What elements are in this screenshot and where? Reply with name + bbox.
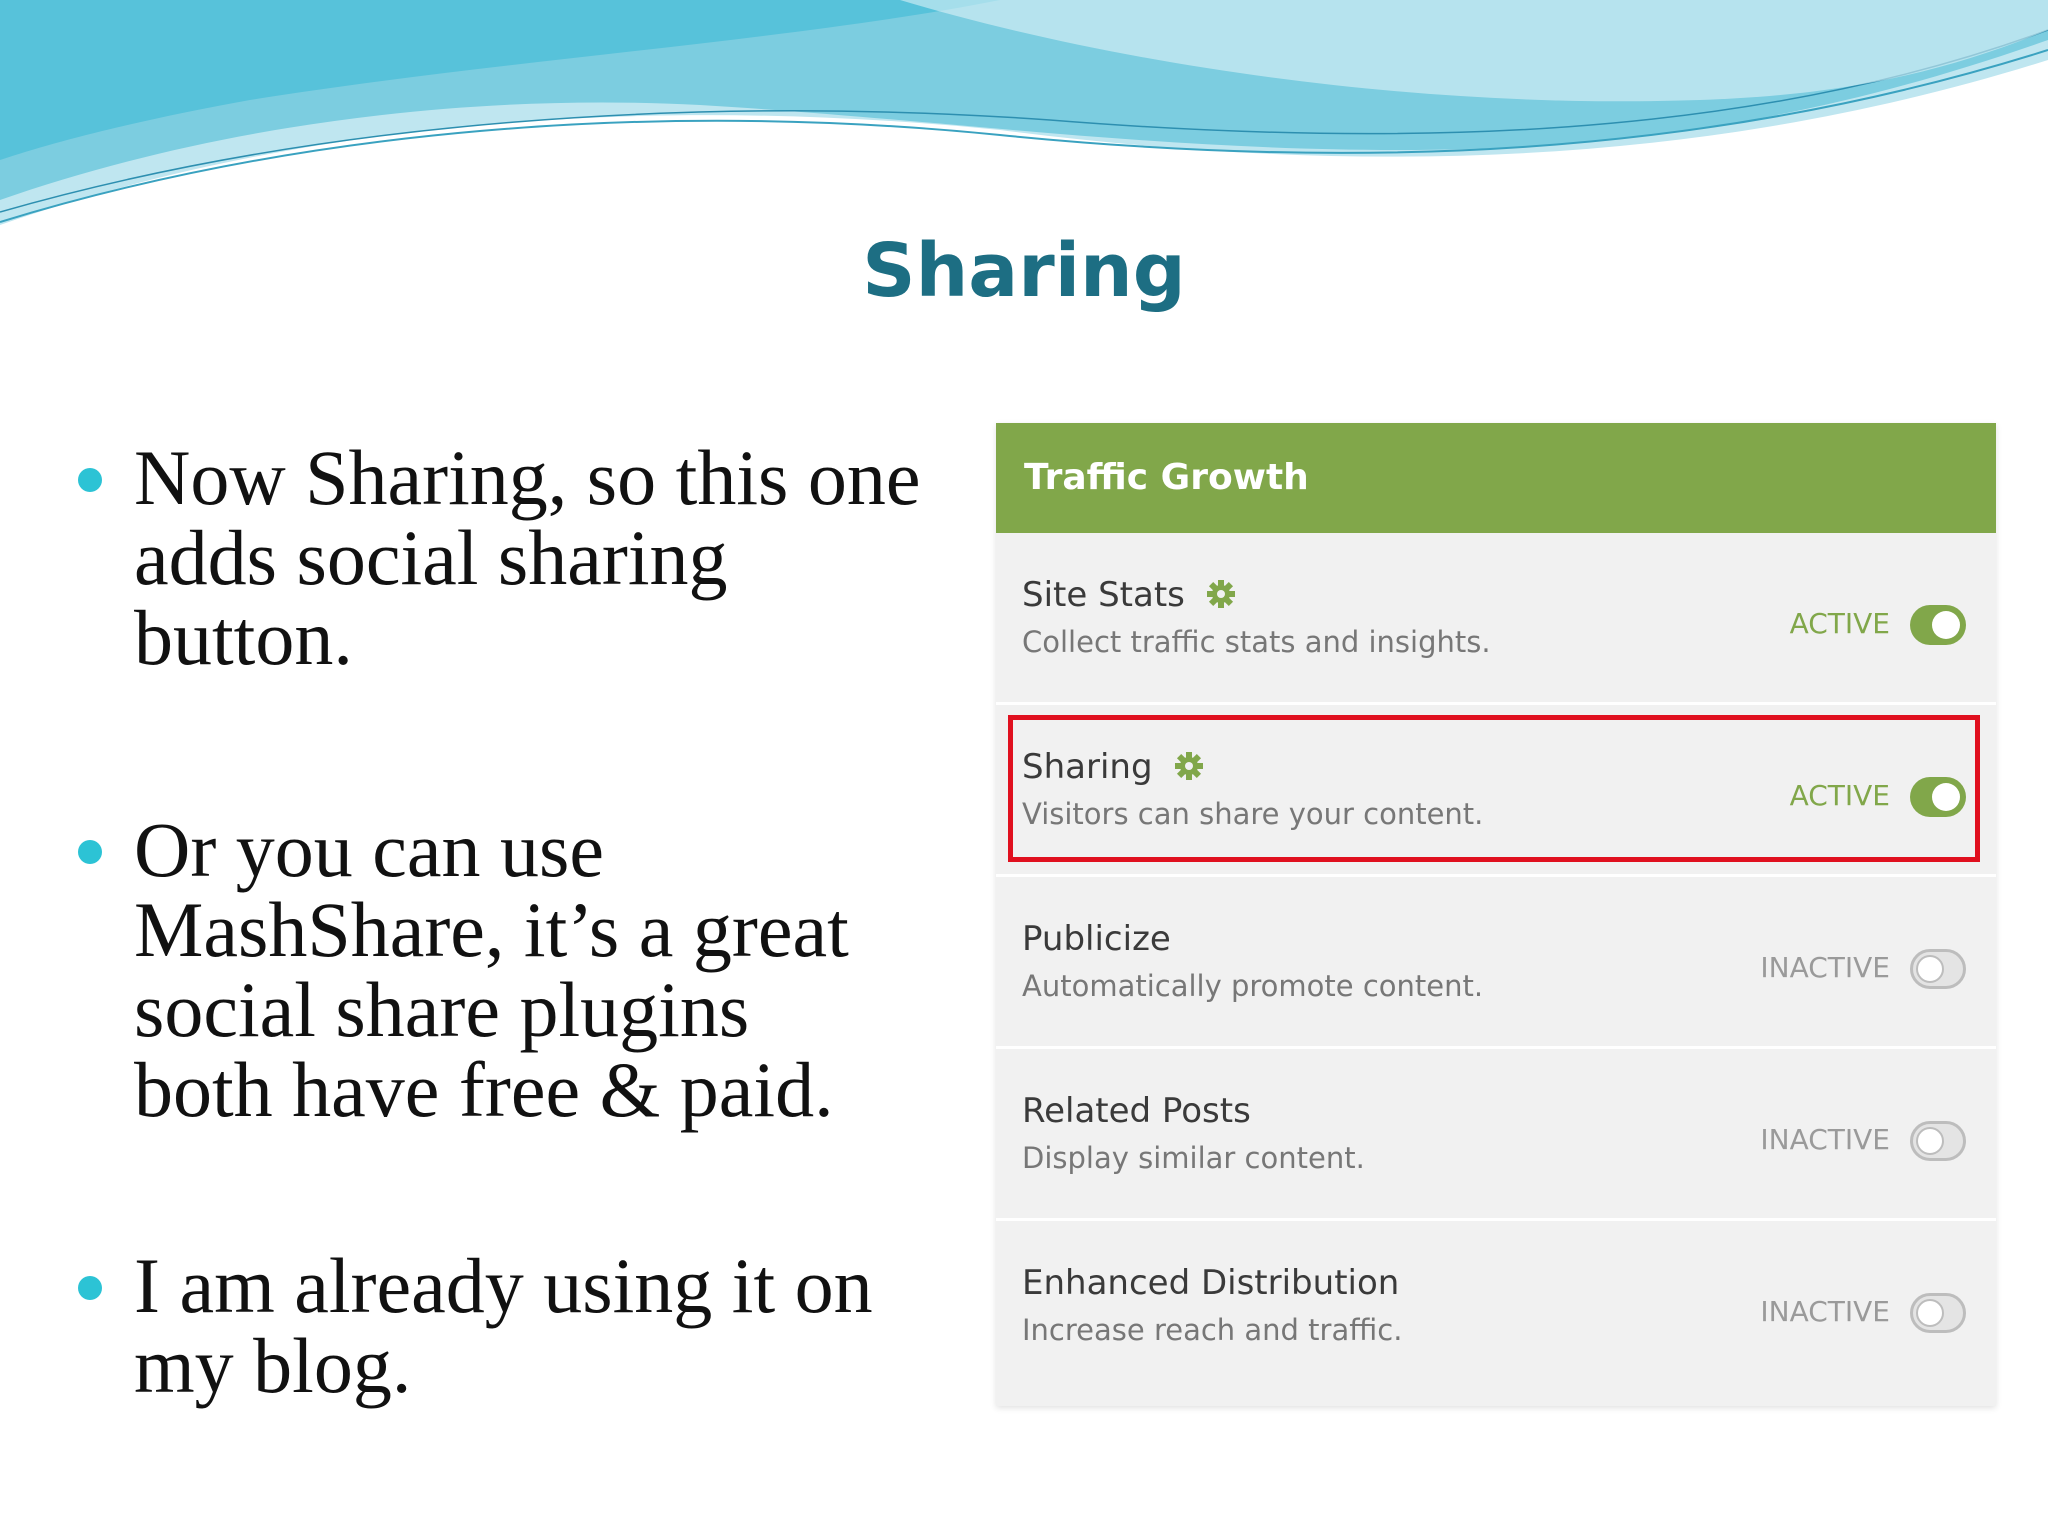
bullet-dot-icon xyxy=(78,468,102,492)
decorative-wave-banner xyxy=(0,0,2048,225)
gear-icon[interactable] xyxy=(1205,578,1237,610)
module-toggle[interactable] xyxy=(1910,605,1966,645)
module-description: Collect traffic stats and insights. xyxy=(1022,625,1491,659)
bullet-item-3: I am already using it on my blog. xyxy=(70,1246,950,1406)
module-description: Visitors can share your content. xyxy=(1022,797,1484,831)
bullet-2-line-2: MashShare, it’s a great xyxy=(134,886,849,973)
module-name: Related Posts xyxy=(1022,1091,1251,1131)
bullet-list: Now Sharing, so this one adds social sha… xyxy=(70,438,950,1406)
module-name-text: Related Posts xyxy=(1022,1091,1251,1131)
module-description: Increase reach and traffic. xyxy=(1022,1313,1403,1347)
module-name: Sharing xyxy=(1022,747,1205,787)
module-publicize: Publicize Automatically promote content.… xyxy=(996,877,1996,1049)
bullet-dot-icon xyxy=(78,840,102,864)
toggle-knob xyxy=(1932,611,1960,639)
module-name-text: Publicize xyxy=(1022,919,1171,959)
bullet-item-2: Or you can use MashShare, it’s a great s… xyxy=(70,810,950,1130)
bullet-dot-icon xyxy=(78,1276,102,1300)
module-related-posts: Related Posts Display similar content. I… xyxy=(996,1049,1996,1221)
module-name: Site Stats xyxy=(1022,575,1237,615)
toggle-knob xyxy=(1916,1299,1944,1327)
toggle-knob xyxy=(1932,783,1960,811)
module-sharing: Sharing Visitors can share your content.… xyxy=(996,705,1996,877)
traffic-growth-panel: Traffic Growth Site Stats Collect traffi… xyxy=(996,423,1996,1406)
module-name-text: Enhanced Distribution xyxy=(1022,1263,1400,1303)
module-name: Enhanced Distribution xyxy=(1022,1263,1399,1303)
toggle-knob xyxy=(1916,955,1944,983)
module-status: INACTIVE xyxy=(1760,1295,1890,1328)
bullet-1-line-3: button. xyxy=(134,594,353,681)
module-enhanced-distribution: Enhanced Distribution Increase reach and… xyxy=(996,1221,1996,1393)
module-toggle[interactable] xyxy=(1910,1293,1966,1333)
module-status: ACTIVE xyxy=(1789,779,1890,812)
module-status: INACTIVE xyxy=(1760,1123,1890,1156)
slide-title: Sharing xyxy=(862,228,1186,314)
bullet-item-1: Now Sharing, so this one adds social sha… xyxy=(70,438,950,678)
panel-header: Traffic Growth xyxy=(996,423,1996,533)
module-toggle[interactable] xyxy=(1910,1121,1966,1161)
module-name-text: Site Stats xyxy=(1022,575,1185,615)
module-status: INACTIVE xyxy=(1760,951,1890,984)
bullet-2-line-3: social share plugins xyxy=(134,966,750,1053)
module-description: Automatically promote content. xyxy=(1022,969,1484,1003)
bullet-2-line-1: Or you can use xyxy=(134,806,605,893)
slide: Sharing Now Sharing, so this one adds so… xyxy=(0,0,2048,1536)
bullet-2-line-4: both have free & paid. xyxy=(134,1046,834,1133)
gear-icon[interactable] xyxy=(1173,750,1205,782)
module-description: Display similar content. xyxy=(1022,1141,1365,1175)
module-status: ACTIVE xyxy=(1789,607,1890,640)
bullet-1-line-2: adds social sharing xyxy=(134,514,728,601)
bullet-3-line-1: I am already using it on xyxy=(134,1242,873,1329)
module-toggle[interactable] xyxy=(1910,777,1966,817)
bullet-1-line-1: Now Sharing, so this one xyxy=(134,434,921,521)
module-name: Publicize xyxy=(1022,919,1171,959)
bullet-3-line-2: my blog. xyxy=(134,1322,412,1409)
module-toggle[interactable] xyxy=(1910,949,1966,989)
toggle-knob xyxy=(1916,1127,1944,1155)
module-name-text: Sharing xyxy=(1022,747,1153,787)
module-site-stats: Site Stats Collect traffic stats and ins… xyxy=(996,533,1996,705)
